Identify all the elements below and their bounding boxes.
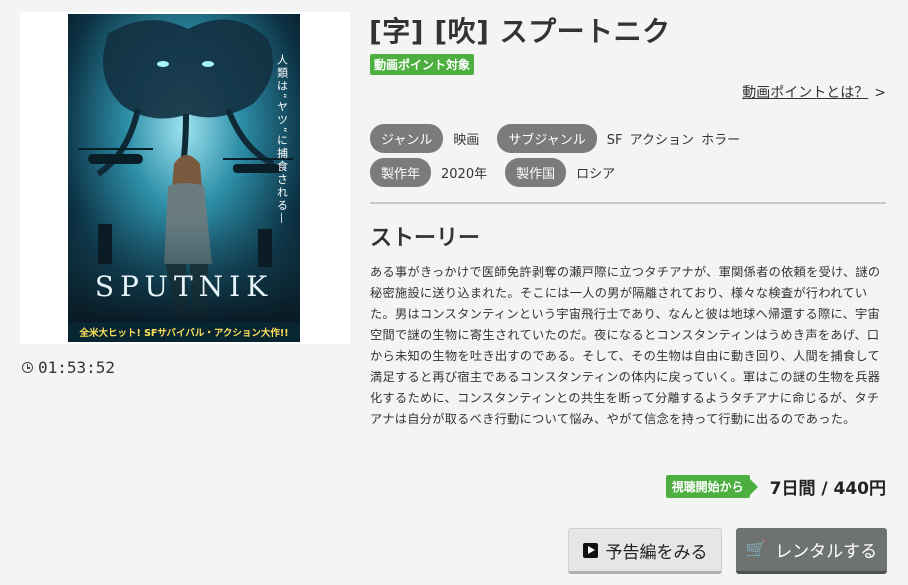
poster-logo: SPUTNIK [95,270,273,303]
trailer-button-label: 予告編をみる [605,542,708,563]
viewing-period-badge: 視聴開始から [665,475,758,498]
page-title: [字] [吹] スプートニク [369,15,671,48]
story-text: ある事がきっかけで医師免許剥奪の瀬戸際に立つタチアナが、軍関係者の依頼を受け、謎… [370,265,881,426]
rental-button[interactable]: 🛒 レンタルする [736,528,887,574]
cart-icon: 🛒 [745,539,768,560]
poster-art: 人類は“ヤツ”に捕食される— SPUTNIK 全米大ヒット! SFサバイバル・ア… [68,14,300,342]
price-row: 視聴開始から 7日間 / 440円 [665,474,886,499]
clock-icon [22,362,33,373]
point-info-link-label: 動画ポイントとは？ [742,85,869,101]
poster-tagline: 人類は“ヤツ”に捕食される— [276,54,289,226]
poster-frame: 人類は“ヤツ”に捕食される— SPUTNIK 全米大ヒット! SFサバイバル・ア… [20,12,350,344]
duration: 01:53:52 [22,358,115,377]
year-value: 2020年 [441,167,488,182]
genre-value[interactable]: 映画 [453,129,479,148]
rental-button-label: レンタルする [775,542,878,562]
price-text: 7日間 / 440円 [769,479,886,499]
point-info-link[interactable]: 動画ポイントとは？ > [742,82,886,102]
genre-tag: ジャンル [370,124,444,153]
point-eligible-badge: 動画ポイント対象 [370,54,475,75]
trailer-button[interactable]: 予告編をみる [568,528,722,574]
meta-row-production: 製作年 2020年 製作国 ロシア [370,158,633,187]
country-value: ロシア [576,167,616,182]
subgenre-tag: サブジャンル [497,124,597,153]
subgenre-value[interactable]: SF アクション ホラー [607,129,740,148]
country-tag: 製作国 [505,158,567,187]
year-tag: 製作年 [370,158,432,187]
movie-poster[interactable]: 人類は“ヤツ”に捕食される— SPUTNIK 全米大ヒット! SFサバイバル・ア… [68,14,300,342]
meta-row-genre: ジャンル 映画 サブジャンル SF アクション ホラー [370,124,758,153]
duration-value: 01:53:52 [38,358,116,377]
story-heading: ストーリー [370,226,481,251]
poster-banner: 全米大ヒット! SFサバイバル・アクション大作!! [78,327,288,339]
play-icon [582,542,598,558]
divider [370,202,886,204]
chevron-right-icon: > [874,85,886,101]
